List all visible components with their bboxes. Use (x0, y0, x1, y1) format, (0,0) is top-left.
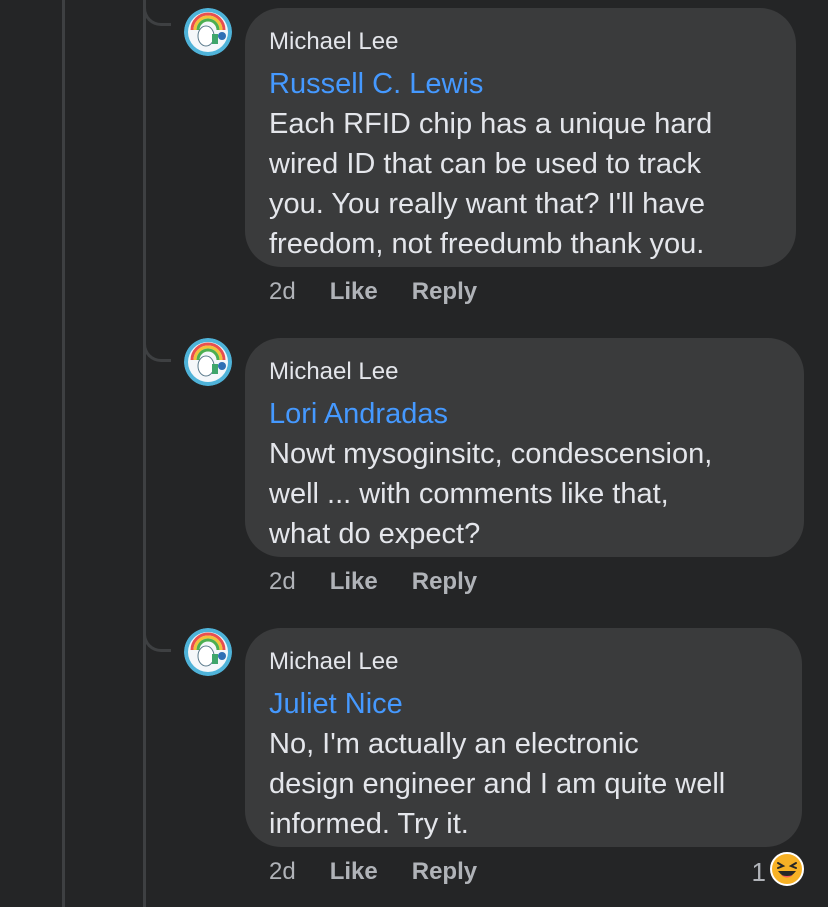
thread-line-outer (62, 0, 65, 907)
avatar[interactable] (184, 338, 232, 386)
laughing-emoji-icon (770, 852, 804, 893)
comment-actions: 2d Like Reply (269, 858, 511, 886)
mention-link[interactable]: Lori Andradas (269, 394, 780, 434)
comment-line: No, I'm actually an electronic (269, 728, 639, 760)
reaction-count: 1 (751, 857, 766, 887)
comment-thread: Michael Lee Russell C. Lewis Each RFID c… (0, 0, 828, 907)
comment-bubble: Michael Lee Lori Andradas Nowt mysoginsi… (245, 338, 804, 557)
comment-line: informed. Try it. (269, 808, 469, 840)
mention-link[interactable]: Russell C. Lewis (269, 64, 772, 104)
avatar-image (184, 628, 232, 676)
comment-line: Nowt mysoginsitc, condescension, (269, 438, 713, 470)
like-button[interactable]: Like (330, 858, 378, 886)
mention-link[interactable]: Juliet Nice (269, 684, 778, 724)
comment-timestamp[interactable]: 2d (269, 278, 296, 306)
reply-button[interactable]: Reply (412, 568, 477, 596)
comment-line: wired ID that can be used to track (269, 148, 701, 180)
reply-connector (143, 626, 171, 652)
comment-line: you. You really want that? I'll have (269, 188, 705, 220)
comment-line: design engineer and I am quite well (269, 768, 726, 800)
reply-button[interactable]: Reply (412, 858, 477, 886)
avatar[interactable] (184, 8, 232, 56)
thread-line-inner (143, 0, 146, 907)
like-button[interactable]: Like (330, 568, 378, 596)
comment-author[interactable]: Michael Lee (269, 648, 778, 676)
reaction-summary[interactable]: 1 (752, 852, 804, 893)
comment-actions: 2d Like Reply (269, 278, 511, 306)
like-button[interactable]: Like (330, 278, 378, 306)
comment-line: what do expect? (269, 518, 481, 550)
reply-connector (143, 336, 171, 362)
comment-timestamp[interactable]: 2d (269, 568, 296, 596)
comment-actions: 2d Like Reply (269, 568, 511, 596)
comment-bubble: Michael Lee Russell C. Lewis Each RFID c… (245, 8, 796, 267)
comment-author[interactable]: Michael Lee (269, 358, 780, 386)
reply-connector (143, 0, 171, 26)
comment-bubble: Michael Lee Juliet Nice No, I'm actually… (245, 628, 802, 847)
avatar-image (184, 8, 232, 56)
comment-author[interactable]: Michael Lee (269, 28, 772, 56)
comment-line: Each RFID chip has a unique hard (269, 108, 713, 140)
comment-line: freedom, not freedumb thank you. (269, 228, 705, 260)
comment-timestamp[interactable]: 2d (269, 858, 296, 886)
avatar-image (184, 338, 232, 386)
reply-button[interactable]: Reply (412, 278, 477, 306)
avatar[interactable] (184, 628, 232, 676)
comment-line: well ... with comments like that, (269, 478, 669, 510)
